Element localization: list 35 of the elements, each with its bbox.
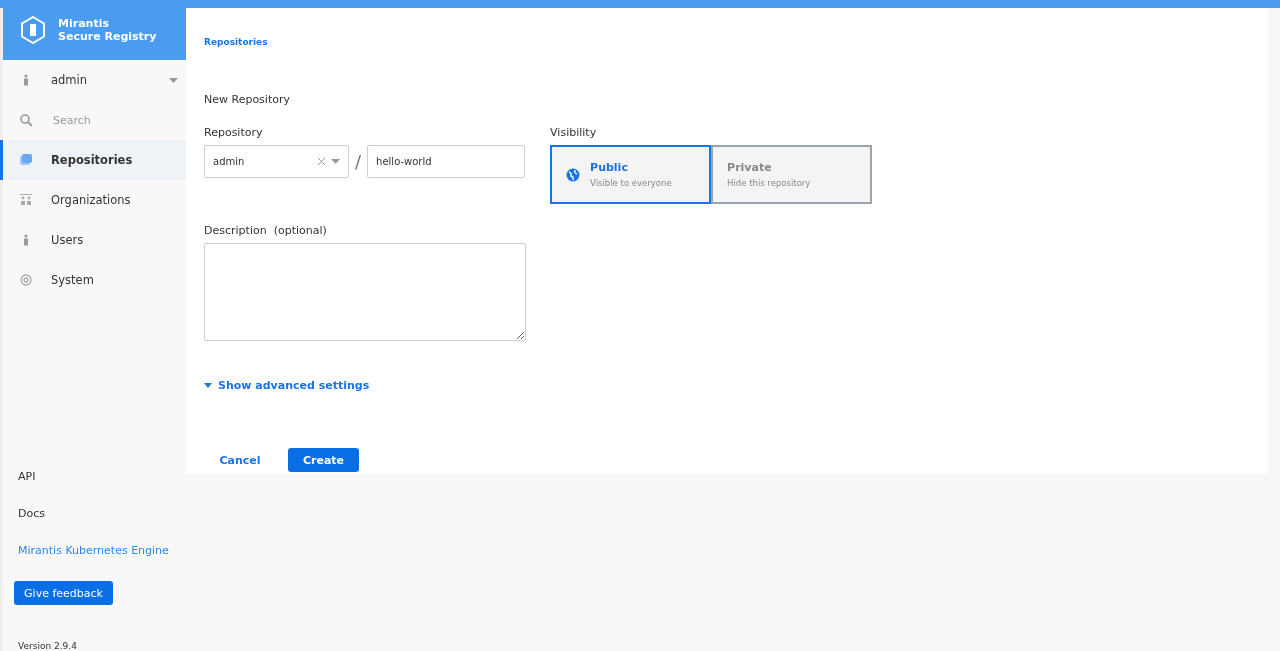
clear-icon <box>318 158 325 165</box>
nav-item[interactable]: System <box>0 260 186 300</box>
nav-item[interactable]: Users <box>0 220 186 260</box>
caret-icon <box>331 159 340 164</box>
breadcrumb-link[interactable]: Repositories <box>204 37 268 47</box>
field-label: Visibility <box>550 126 598 139</box>
sidebar-link[interactable]: Mirantis Kubernetes Engine <box>3 544 186 557</box>
stacked-books-icon <box>19 153 33 167</box>
advanced-settings-toggle[interactable]: Show advanced settings <box>204 379 370 392</box>
description-field[interactable] <box>204 243 526 341</box>
nav-item[interactable]: Organizations <box>0 180 186 220</box>
create-button[interactable]: Create <box>288 448 359 472</box>
namespace-select[interactable]: admin <box>204 145 349 178</box>
feedback-button[interactable]: Give feedback <box>14 581 113 605</box>
brand-name: Mirantis Secure Registry <box>58 17 157 43</box>
field-label: Repository <box>204 126 264 139</box>
settings-icon <box>19 273 33 287</box>
visibility-option[interactable]: Public Visible to everyone <box>550 145 712 204</box>
user-menu[interactable]: admin <box>0 60 186 100</box>
nav-item[interactable]: Repositories <box>0 140 186 180</box>
sidebar-link[interactable]: API <box>3 470 186 483</box>
form-title: New Repository <box>204 93 291 106</box>
search-icon <box>19 113 33 127</box>
field-label: Description (optional) <box>204 224 328 237</box>
search-field[interactable]: Search <box>51 112 161 128</box>
hexagon-logo-icon <box>20 16 46 44</box>
repository-name-field[interactable]: hello-world <box>367 145 526 178</box>
sidebar-link[interactable]: Docs <box>3 507 186 520</box>
separator-text: / <box>355 151 362 172</box>
caret-icon <box>169 77 178 83</box>
cancel-button[interactable]: Cancel <box>204 448 276 472</box>
group-icon <box>19 193 33 207</box>
caret-icon <box>204 383 212 388</box>
version-text: Version 2.9.4 <box>17 641 78 651</box>
globe-icon <box>566 167 581 182</box>
